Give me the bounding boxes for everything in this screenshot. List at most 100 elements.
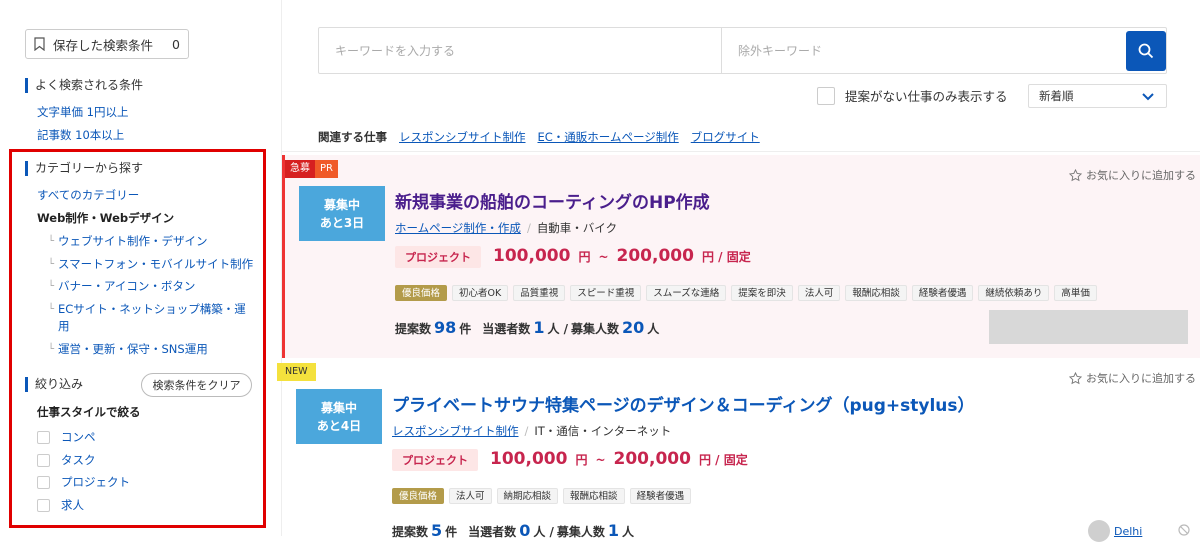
saved-search-button[interactable]: 保存した検索条件 0	[25, 29, 189, 59]
price-min: 100,000	[493, 246, 571, 266]
work-style-checkbox[interactable]: タスク	[37, 452, 96, 468]
feature-tag: 高単価	[1054, 285, 1097, 301]
price-yen: 円	[575, 453, 588, 467]
client-info[interactable]: Delhi	[1088, 520, 1142, 542]
work-style-checkbox[interactable]: コンペ	[37, 429, 96, 445]
star-icon	[1069, 371, 1082, 384]
feature-tag: 納期応相談	[496, 488, 559, 504]
feature-tags: 優良価格 初心者OK 品質重視 スピード重視 スムーズな連絡 提案を即決 法人可…	[395, 285, 1097, 301]
price-tilde: ~	[595, 453, 606, 467]
status-badge: 募集中 あと4日	[296, 389, 382, 444]
feature-tag: 提案を即決	[731, 285, 793, 301]
subcategory: 自動車・バイク	[536, 221, 618, 235]
price-yen: 円	[578, 250, 591, 264]
job-price: プロジェクト 100,000 円 ~ 200,000 円 / 固定	[395, 246, 751, 268]
feature-tag: 報酬応相談	[845, 285, 907, 301]
feature-tag: 法人可	[797, 285, 841, 301]
checkbox[interactable]	[37, 498, 50, 512]
checkbox[interactable]	[37, 430, 50, 444]
price-type: プロジェクト	[392, 449, 478, 471]
no-proposal-checkbox[interactable]	[817, 86, 835, 105]
job-card[interactable]: 急募 PR お気に入りに追加する 募集中 あと3日 新規事業の船舶のコーティングの…	[282, 155, 1200, 358]
search-icon	[1138, 43, 1154, 59]
price-max: 200,000	[616, 246, 694, 266]
price-min: 100,000	[490, 449, 568, 469]
job-category: ホームページ制作・作成 / 自動車・バイク	[395, 220, 617, 236]
feature-tag: 法人可	[449, 488, 492, 504]
job-title[interactable]: プライベートサウナ特集ページのデザイン＆コーディング（pug+stylus）	[392, 391, 975, 416]
subcategory-link[interactable]: └ スマートフォン・モバイルサイト制作	[48, 256, 258, 273]
separator: /	[526, 221, 531, 235]
feature-tag: 初心者OK	[452, 285, 509, 301]
checkbox[interactable]	[37, 475, 50, 489]
feature-tag: スムーズな連絡	[646, 285, 727, 301]
feature-tag: 優良価格	[392, 488, 445, 504]
subcategory-link[interactable]: └ バナー・アイコン・ボタン	[48, 278, 258, 295]
related-link[interactable]: ブログサイト	[691, 129, 760, 145]
exclude-keyword-input[interactable]	[722, 28, 1166, 73]
search-bar	[318, 27, 1167, 74]
bookmark-icon	[34, 37, 45, 51]
pr-tag: PR	[315, 160, 338, 178]
feature-tag: 経験者優遇	[911, 285, 974, 301]
saved-search-label: 保存した検索条件	[53, 37, 154, 53]
favorite-button[interactable]: お気に入りに追加する	[1069, 370, 1196, 386]
price-type: プロジェクト	[395, 246, 481, 268]
work-style-checkbox[interactable]: プロジェクト	[37, 474, 130, 490]
category-link[interactable]: ホームページ制作・作成	[395, 220, 521, 236]
block-icon[interactable]	[1178, 524, 1190, 536]
related-link[interactable]: レスポンシブサイト制作	[399, 129, 526, 145]
work-style-title: 仕事スタイルで絞る	[37, 405, 141, 419]
subcategory-link[interactable]: └ ECサイト・ネットショップ構築・運用	[48, 301, 248, 335]
separator: /	[524, 424, 529, 438]
feature-tag: 報酬応相談	[563, 488, 625, 504]
favorite-button[interactable]: お気に入りに追加する	[1069, 167, 1196, 183]
category-title: カテゴリーから探す	[25, 161, 143, 176]
subcategory: IT・通信・インターネット	[534, 424, 672, 438]
avatar	[1088, 520, 1110, 542]
category-link[interactable]: レスポンシブサイト制作	[392, 423, 519, 439]
checkbox[interactable]	[37, 453, 50, 467]
winner-count: 0	[519, 521, 531, 540]
feature-tag: 品質重視	[513, 285, 566, 301]
job-card[interactable]: NEW お気に入りに追加する 募集中 あと4日 プライベートサウナ特集ページのデザ…	[277, 361, 1200, 542]
keyword-input[interactable]	[319, 28, 722, 73]
feature-tag: 優良価格	[395, 285, 448, 301]
popular-link[interactable]: 文字単価 1円以上	[37, 105, 128, 119]
proposal-count: 98	[434, 318, 457, 337]
related-label: 関連する仕事	[318, 130, 387, 144]
price-unit: 円 / 固定	[698, 453, 748, 467]
new-badge: NEW	[277, 363, 316, 381]
work-style-checkbox[interactable]: 求人	[37, 497, 84, 513]
chevron-down-icon	[1142, 93, 1154, 101]
search-button[interactable]	[1126, 31, 1166, 71]
recruit-count: 1	[607, 521, 620, 540]
sort-select[interactable]: 新着順	[1028, 84, 1167, 108]
job-stats: 提案数 5 件 当選者数 0 人 / 募集人数 1 人	[392, 521, 635, 540]
price-unit: 円 / 固定	[701, 250, 751, 264]
feature-tag: 継続依頼あり	[978, 285, 1050, 301]
subcategory-link[interactable]: └ 運営・更新・保守・SNS運用	[48, 341, 258, 358]
related-jobs: 関連する仕事 レスポンシブサイト制作 EC・通販ホームページ制作 ブログサイト	[318, 129, 760, 145]
no-proposal-label: 提案がない仕事のみ表示する	[845, 89, 1008, 104]
job-tags: 急募 PR	[285, 160, 338, 178]
feature-tag: 経験者優遇	[629, 488, 692, 504]
no-proposal-toggle[interactable]: 提案がない仕事のみ表示する	[817, 86, 1008, 105]
job-title[interactable]: 新規事業の船舶のコーティングのHP作成	[395, 188, 710, 213]
sort-value: 新着順	[1039, 89, 1074, 103]
clear-filters-button[interactable]: 検索条件をクリア	[141, 373, 252, 397]
job-stats: 提案数 98 件 当選者数 1 人 / 募集人数 20 人	[395, 318, 660, 337]
related-link[interactable]: EC・通販ホームページ制作	[538, 129, 679, 145]
sidebar: 保存した検索条件 0 よく検索される条件 文字単価 1円以上 記事数 10本以上…	[0, 0, 282, 536]
current-category: Web制作・Webデザイン	[37, 211, 175, 225]
price-max: 200,000	[613, 449, 691, 469]
all-categories-link[interactable]: すべてのカテゴリー	[37, 188, 139, 202]
urgent-tag: 急募	[285, 160, 315, 178]
subcategory-link[interactable]: └ ウェブサイト制作・デザイン	[48, 233, 258, 250]
proposal-count: 5	[431, 521, 443, 540]
popular-title: よく検索される条件	[25, 78, 143, 93]
client-info-placeholder	[989, 310, 1188, 344]
job-category: レスポンシブサイト制作 / IT・通信・インターネット	[392, 423, 671, 439]
feature-tag: スピード重視	[570, 285, 642, 301]
popular-link[interactable]: 記事数 10本以上	[37, 128, 124, 142]
